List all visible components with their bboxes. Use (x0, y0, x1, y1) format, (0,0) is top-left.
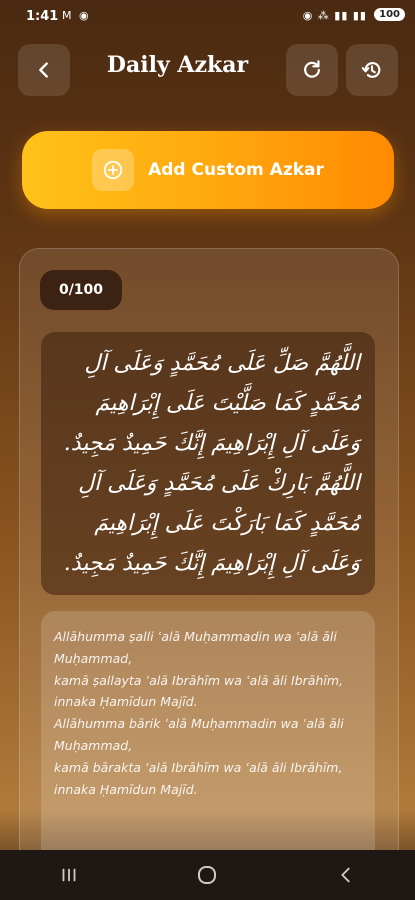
add-custom-azkar-label: Add Custom Azkar (148, 160, 324, 180)
system-nav-bar (0, 850, 415, 900)
refresh-icon (304, 60, 320, 78)
refresh-button[interactable] (286, 44, 338, 96)
transliteration-line: innaka Ḥamīdun Majīd. (54, 781, 198, 797)
history-icon (361, 62, 381, 78)
counter-badge: 0/100 (40, 270, 122, 310)
recents-icon[interactable] (58, 864, 80, 886)
notification-icons: M ◉ (62, 9, 91, 22)
transliteration-line: Allāhumma bārik ʿalā Muḥammadin wa ʿalā … (54, 716, 348, 753)
plus-circle-icon (92, 149, 135, 191)
add-custom-azkar-button[interactable]: Add Custom Azkar (22, 131, 394, 209)
status-bar: 1:41 M ◉ ◉ ⁂ ▮▮ ▮▮ 100 (0, 0, 415, 34)
signal-icons: ◉ ⁂ ▮▮ ▮▮ (302, 9, 367, 22)
transliteration-text: Allāhumma ṣalli ʿalā Muḥammadin wa ʿalā … (54, 626, 364, 800)
arabic-text: اللَّهُمَّ صَلِّ عَلَى مُحَمَّدٍ وَعَلَى… (63, 351, 360, 576)
status-time: 1:41 (26, 9, 59, 24)
home-icon[interactable] (195, 863, 219, 887)
transliteration-line: kamā ṣallayta ʿalā Ibrāhīm wa ʿalā āli I… (54, 672, 343, 688)
transliteration-line: kamā bārakta ʿalā Ibrāhīm wa ʿalā āli Ib… (54, 759, 343, 775)
transliteration-line: Allāhumma ṣalli ʿalā Muḥammadin wa ʿalā … (54, 629, 341, 666)
battery-icon: 100 (374, 8, 405, 21)
history-button[interactable] (346, 44, 398, 96)
chevron-left-icon (39, 62, 48, 78)
back-nav-icon[interactable] (335, 864, 357, 886)
page-title: Daily Azkar (106, 52, 249, 78)
transliteration-line: innaka Ḥamīdun Majīd. (54, 694, 198, 710)
back-button[interactable] (18, 44, 70, 96)
